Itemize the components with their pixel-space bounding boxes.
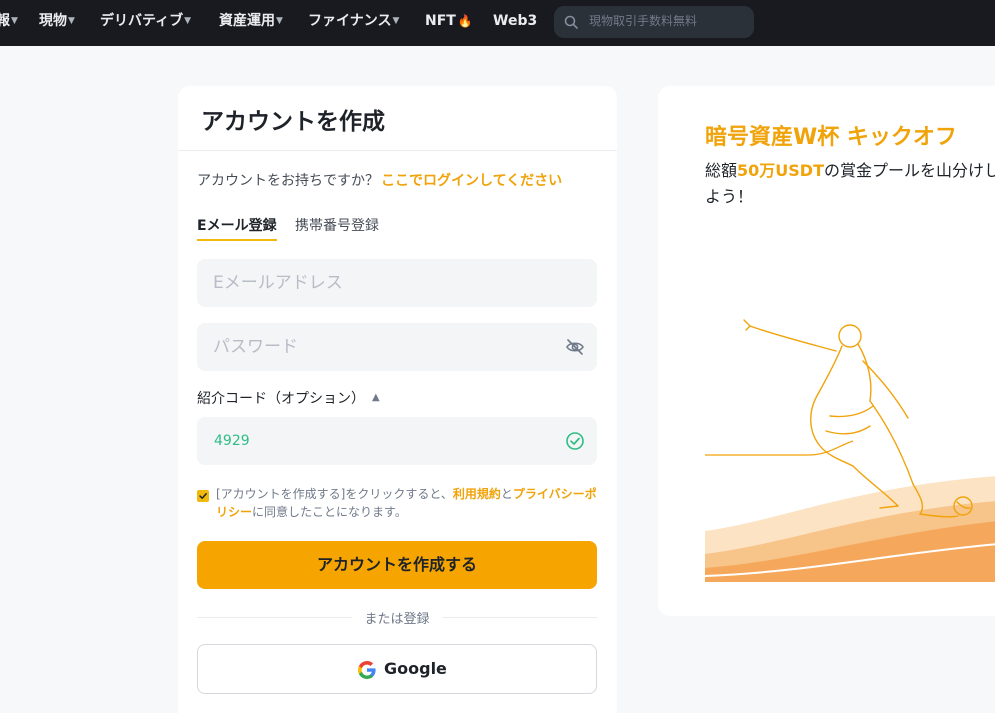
checkmark-icon [199,493,207,500]
referral-label[interactable]: 紹介コード（オプション） [197,388,365,408]
terms-link[interactable]: 利用規約 [453,487,501,501]
agree-and: と [500,487,513,501]
promo-prize-amount: 50万USDT [737,161,824,180]
search-input[interactable]: 現物取引手数料無料 [554,6,754,38]
nav-item-label: 資産運用 [219,13,275,29]
nav-item-label: ファイナンス [308,13,392,29]
nav-item-label: デリバティブ [100,13,184,29]
caret-up-icon[interactable]: ▲ [372,392,380,403]
agree-suffix: に同意したことになります。 [252,505,407,519]
password-placeholder: パスワード [213,337,298,357]
check-circle-icon [566,432,584,450]
caret-down-icon: ▼ [392,16,400,26]
nav-item-derivatives[interactable]: デリバティブ▼ [100,0,191,46]
divider [178,150,617,151]
agree-text: [アカウントを作成する]をクリックすると、利用規約とプライバシーポリシーに同意し… [216,485,598,521]
caret-down-icon: ▼ [276,16,283,26]
flame-icon: 🔥 [457,14,473,28]
tab-phone-register[interactable]: 携帯番号登録 [295,215,379,235]
google-button-label: Google [384,659,447,678]
nav-item-label: 現物 [39,13,67,29]
password-field[interactable]: パスワード [197,323,597,371]
eye-off-icon[interactable] [565,337,585,357]
promo-sub-prefix: 総額 [705,161,738,180]
search-icon [564,15,578,29]
divider [442,617,597,618]
register-card: アカウントを作成 アカウントをお持ちですか？ ここでログインしてください Eメール… [178,86,617,713]
nav-item-label: Web3 [493,13,538,29]
login-prompt-text: アカウントをお持ちですか？ [197,173,379,189]
soccer-player-illustration [704,319,995,582]
divider [197,617,352,618]
referral-code-field[interactable]: 4929 [197,417,597,465]
referral-code-value: 4929 [214,433,250,449]
google-signup-button[interactable]: Google [197,644,597,694]
create-account-button[interactable]: アカウントを作成する [197,541,597,589]
nav-item-web3[interactable]: Web3 [493,0,537,46]
nav-item-spot[interactable]: 現物▼ [39,0,75,46]
email-field[interactable]: Eメールアドレス [197,259,597,307]
agree-prefix: [アカウントを作成する]をクリックすると、 [216,487,453,501]
search-placeholder: 現物取引手数料無料 [589,14,698,28]
nav-item-label: NFT [425,13,456,29]
nav-item-nft[interactable]: NFT 🔥 [425,0,473,46]
login-link[interactable]: ここでログインしてください [381,173,562,189]
nav-item-earn[interactable]: 資産運用▼ [219,0,283,46]
nav-item-label: 報 [0,13,10,29]
promo-panel: 暗号資産W杯 キックオフ 総額50万USDTの賞金プールを山分けしよう！ [658,86,995,616]
nav-item-finance[interactable]: ファイナンス▼ [308,0,399,46]
tab-email-register[interactable]: Eメール登録 [197,215,277,241]
agree-checkbox[interactable] [197,490,209,502]
or-register-text: または登録 [364,612,430,627]
page-title: アカウントを作成 [201,109,385,135]
promo-title: 暗号資産W杯 キックオフ [705,125,957,150]
caret-down-icon: ▼ [68,16,75,26]
google-icon [358,661,376,679]
caret-down-icon: ▼ [11,16,18,26]
nav-item-news[interactable]: 報▼ [0,0,18,46]
login-prompt: アカウントをお持ちですか？ ここでログインしてください [197,170,562,190]
promo-subtitle: 総額50万USDTの賞金プールを山分けしよう！ [705,158,995,210]
email-placeholder: Eメールアドレス [213,273,343,293]
caret-down-icon: ▼ [184,16,192,26]
top-nav: 報▼ 現物▼ デリバティブ▼ 資産運用▼ ファイナンス▼ NFT 🔥 Web3 現… [0,0,995,46]
